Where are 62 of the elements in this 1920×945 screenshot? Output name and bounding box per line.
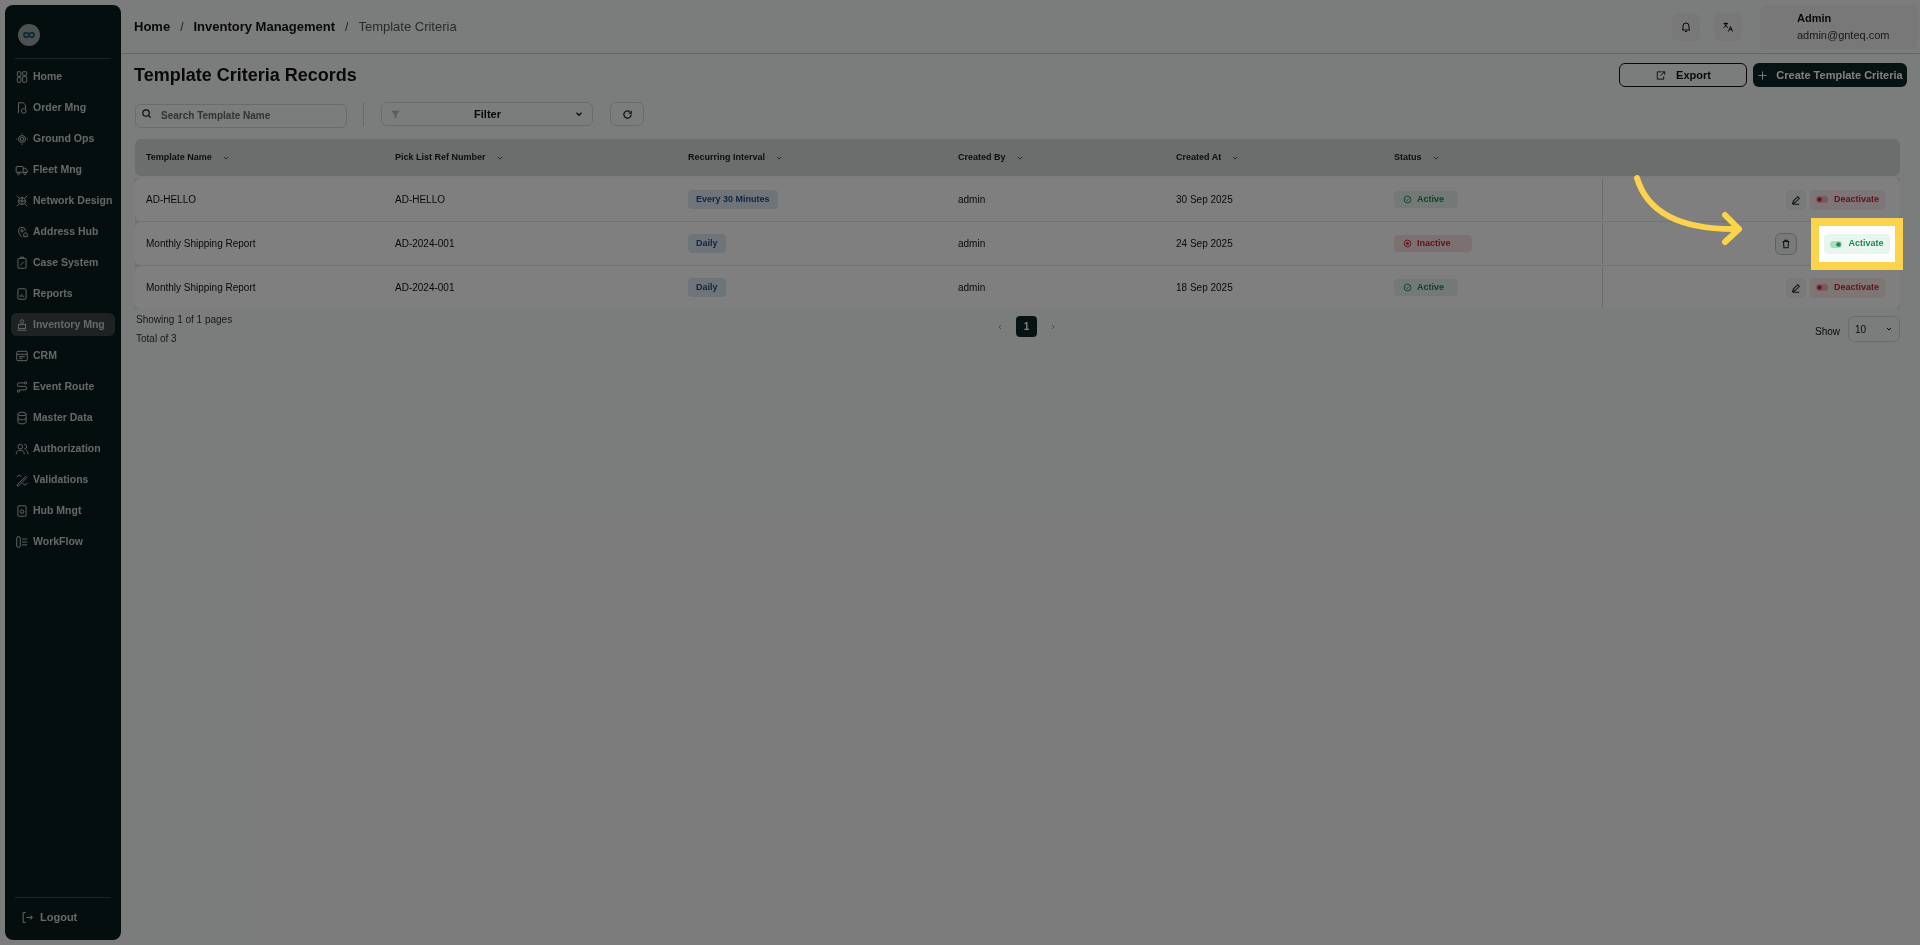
column-header[interactable]: Status xyxy=(1394,150,1422,165)
table-cell-text: 18 Sep 2025 xyxy=(1176,281,1233,295)
sidebar-item[interactable]: WorkFlow xyxy=(11,530,115,553)
sidebar-item[interactable]: Master Data xyxy=(11,406,115,429)
table-cell-text: AD-HELLO xyxy=(146,193,196,207)
column-header[interactable]: Template Name xyxy=(146,150,212,165)
logout-button[interactable]: Logout xyxy=(15,904,111,930)
sidebar-item[interactable]: Validations xyxy=(11,468,115,491)
sidebar-item[interactable]: Ground Ops xyxy=(11,127,115,150)
table-cell-text: 30 Sep 2025 xyxy=(1176,193,1233,207)
search-field[interactable]: Search Template Name xyxy=(135,103,347,128)
breadcrumb-link[interactable]: Inventory Management xyxy=(193,16,336,37)
toggle-button[interactable]: Deactivate xyxy=(1809,189,1885,210)
sidebar-item[interactable]: Fleet Mng xyxy=(11,158,115,181)
table-cell-text: AD-HELLO xyxy=(395,193,445,207)
column-header[interactable]: Pick List Ref Number xyxy=(395,150,486,165)
sidebar-item[interactable]: Order Mng xyxy=(11,96,115,119)
total-count: Total of 3 xyxy=(136,332,178,346)
table-cell-text: admin xyxy=(958,193,986,207)
table-cell-text: admin xyxy=(958,237,986,251)
page-summary: Showing 1 of 1 pages xyxy=(136,313,234,327)
table-cell-text: 24 Sep 2025 xyxy=(1176,237,1233,251)
table-cell-text: AD-2024-001 xyxy=(395,281,455,295)
sidebar-item[interactable]: Home xyxy=(11,65,115,88)
filter-dropdown[interactable]: Filter xyxy=(381,102,593,126)
breadcrumb-link[interactable]: Home xyxy=(134,16,171,37)
sidebar-item[interactable]: Reports xyxy=(11,282,115,305)
show-label: Show xyxy=(1815,325,1840,339)
sidebar-item[interactable]: Case System xyxy=(11,251,115,274)
page-size-select[interactable]: 10 xyxy=(1848,316,1900,342)
column-header[interactable]: Created At xyxy=(1176,150,1222,165)
interval-tag: Daily xyxy=(688,233,726,254)
toggle-button[interactable]: Deactivate xyxy=(1809,277,1885,298)
status-badge: Active xyxy=(1394,191,1458,208)
user-card[interactable]: Admin admin@gnteq.com xyxy=(1760,4,1918,49)
user-name: Admin xyxy=(1797,11,1833,26)
interval-tag: Every 30 Minutes xyxy=(688,189,778,210)
sidebar-item[interactable]: Inventory Mng xyxy=(11,313,115,336)
user-email: admin@gnteq.com xyxy=(1797,27,1891,43)
toggle-button[interactable]: Activate xyxy=(1824,234,1890,254)
page-button[interactable]: 1 xyxy=(1016,316,1037,337)
sidebar-item[interactable]: CRM xyxy=(11,344,115,367)
status-badge: Active xyxy=(1394,279,1458,296)
sidebar-item[interactable]: Address Hub xyxy=(11,220,115,243)
sidebar-item[interactable]: Hub Mngt xyxy=(11,499,115,522)
status-badge: Inactive xyxy=(1394,235,1472,252)
breadcrumb-separator: / xyxy=(180,18,184,36)
export-button[interactable]: Export xyxy=(1619,63,1747,87)
sidebar-item[interactable]: Event Route xyxy=(11,375,115,398)
page-title: Template Criteria Records xyxy=(134,63,358,87)
table-cell-text: Monthly Shipping Report xyxy=(146,281,256,295)
table-cell-text: AD-2024-001 xyxy=(395,237,455,251)
create-button[interactable]: Create Template Criteria xyxy=(1753,63,1907,87)
table-cell-text: admin xyxy=(958,281,986,295)
breadcrumb-current[interactable]: Template Criteria xyxy=(358,16,457,37)
column-header[interactable]: Created By xyxy=(958,150,1006,165)
breadcrumb-separator: / xyxy=(345,18,349,36)
sidebar-item[interactable]: Network Design xyxy=(11,189,115,212)
sidebar-item[interactable]: Authorization xyxy=(11,437,115,460)
interval-tag: Daily xyxy=(688,277,726,298)
column-header[interactable]: Recurring Interval xyxy=(688,150,766,165)
table-cell-text: Monthly Shipping Report xyxy=(146,237,256,251)
